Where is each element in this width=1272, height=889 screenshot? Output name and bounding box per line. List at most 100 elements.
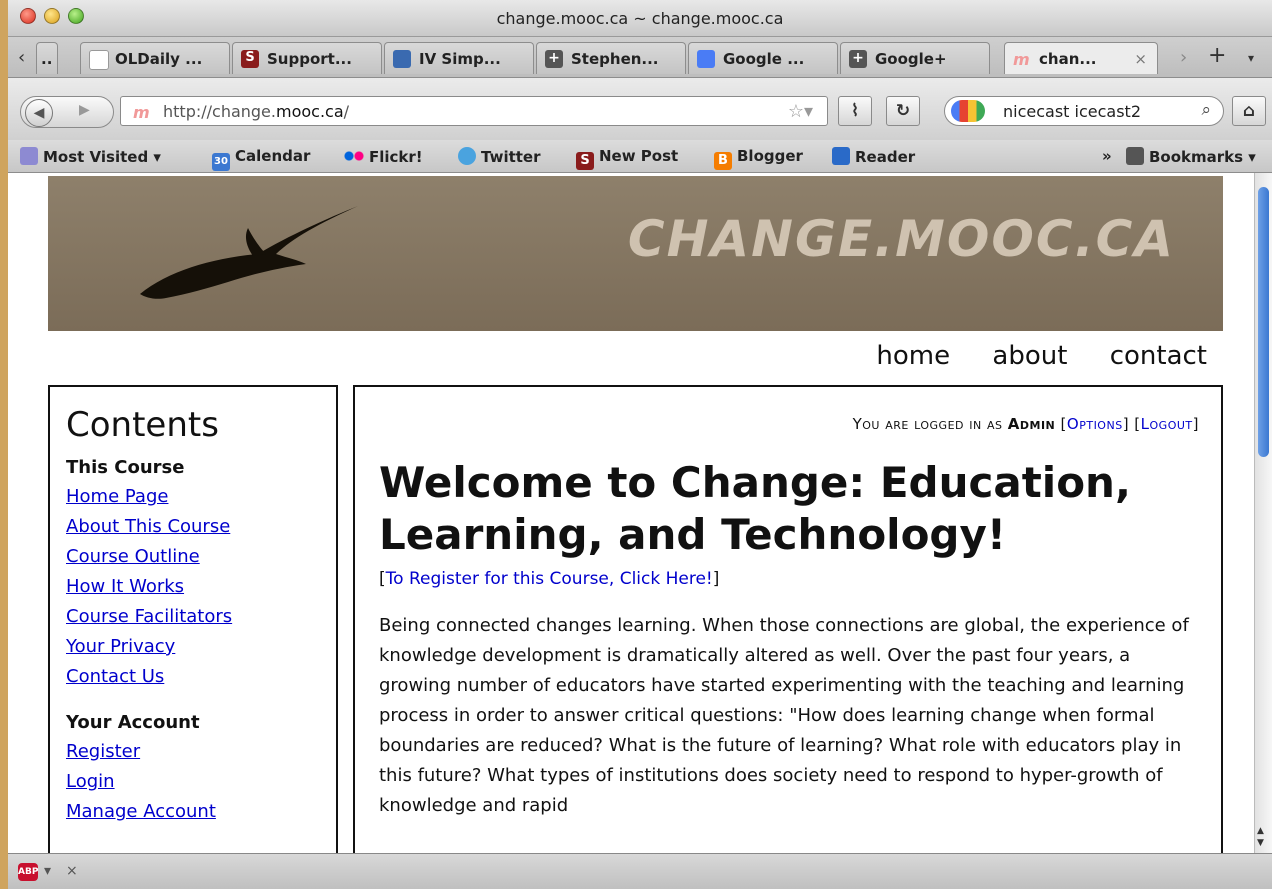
reload-button[interactable]: ↻ bbox=[886, 96, 920, 126]
bookmarks-icon bbox=[1126, 147, 1144, 165]
tab-label: Google+ bbox=[875, 50, 947, 68]
tab-support[interactable]: S Support... bbox=[232, 42, 382, 74]
login-username: Admin bbox=[1007, 415, 1056, 433]
reader-icon bbox=[832, 147, 850, 165]
bookmarks-bar: Most Visited ▾ 30 Calendar Flickr! Twitte… bbox=[8, 140, 1272, 173]
home-button[interactable]: ⌂ bbox=[1232, 96, 1266, 126]
tab-stephen[interactable]: + Stephen... bbox=[536, 42, 686, 74]
forward-button[interactable]: ▶ bbox=[79, 102, 90, 118]
status-bar: ABP ▾ × bbox=[8, 853, 1272, 889]
bookmark-blogger[interactable]: B Blogger bbox=[714, 147, 803, 170]
twitter-icon bbox=[458, 147, 476, 165]
tab-list-icon[interactable]: ▾ bbox=[1248, 51, 1254, 65]
rss-feed-button[interactable]: ⌇ bbox=[838, 96, 872, 126]
options-link[interactable]: Options bbox=[1067, 415, 1123, 433]
blogger-icon: B bbox=[714, 152, 732, 170]
close-status-icon[interactable]: × bbox=[66, 863, 78, 879]
bookmark-label: Most Visited ▾ bbox=[43, 148, 161, 166]
close-tab-icon[interactable]: × bbox=[1134, 50, 1147, 68]
back-forward-buttons: ◀ ▶ bbox=[20, 96, 114, 128]
s-icon: S bbox=[576, 152, 594, 170]
tab-google-translate[interactable]: Google ... bbox=[688, 42, 838, 74]
s-icon: S bbox=[241, 50, 259, 68]
nav-contact-link[interactable]: contact bbox=[1110, 341, 1207, 371]
link-course-outline[interactable]: Course Outline bbox=[66, 542, 336, 572]
bookmark-label: Blogger bbox=[737, 147, 803, 165]
tabs-scroll-left-icon[interactable]: ‹ bbox=[18, 47, 25, 68]
scroll-arrows-icon[interactable]: ▲ ▼ bbox=[1257, 825, 1264, 849]
browser-window: change.mooc.ca ~ change.mooc.ca ‹ .. OLD… bbox=[8, 0, 1272, 889]
window-title: change.mooc.ca ~ change.mooc.ca bbox=[496, 9, 784, 28]
page-icon bbox=[89, 50, 109, 70]
bookmarks-menu[interactable]: Bookmarks ▾ bbox=[1126, 147, 1256, 166]
link-how-it-works[interactable]: How It Works bbox=[66, 572, 336, 602]
navigation-bar: ◀ ▶ m http://change.mooc.ca/ ☆▾ ⌇ ↻ nice… bbox=[8, 78, 1272, 140]
this-course-heading: This Course bbox=[66, 457, 185, 478]
tab-oldaily[interactable]: OLDaily ... bbox=[80, 42, 230, 74]
tab-bar: ‹ .. OLDaily ... S Support... IV Simp...… bbox=[8, 37, 1272, 78]
link-your-privacy[interactable]: Your Privacy bbox=[66, 632, 336, 662]
tabs-scroll-right-icon[interactable]: › bbox=[1180, 47, 1187, 68]
url-bar[interactable]: m http://change.mooc.ca/ ☆▾ bbox=[120, 96, 828, 126]
tab-overflow[interactable]: .. bbox=[36, 42, 58, 74]
bookmark-twitter[interactable]: Twitter bbox=[458, 147, 541, 166]
tab-label: Support... bbox=[267, 50, 352, 68]
search-icon[interactable]: ⌕ bbox=[1201, 100, 1211, 120]
site-banner: CHANGE.MOOC.CA bbox=[48, 176, 1223, 331]
new-tab-icon[interactable]: + bbox=[1208, 43, 1226, 68]
bookmark-reader[interactable]: Reader bbox=[832, 147, 915, 166]
register-course-link[interactable]: To Register for this Course, Click Here! bbox=[386, 569, 713, 589]
tab-google-plus[interactable]: + Google+ bbox=[840, 42, 990, 74]
bookmark-label: New Post bbox=[599, 147, 679, 165]
google-plus-icon: + bbox=[849, 50, 867, 68]
vertical-scrollbar[interactable]: ▲ ▼ bbox=[1254, 173, 1272, 853]
tab-label: chan... bbox=[1039, 50, 1097, 68]
sidebar-contents: Contents This Course Home Page About Thi… bbox=[48, 385, 338, 853]
banner-title: CHANGE.MOOC.CA bbox=[627, 210, 1175, 268]
flickr-icon bbox=[344, 147, 364, 165]
back-button[interactable]: ◀ bbox=[25, 99, 53, 127]
bookmark-label: Flickr! bbox=[369, 148, 423, 166]
tab-label: Google ... bbox=[723, 50, 805, 68]
google-search-engine-icon[interactable] bbox=[951, 100, 985, 122]
site-favicon-icon: m bbox=[133, 103, 150, 122]
nav-home-link[interactable]: home bbox=[876, 341, 950, 371]
bookmark-label: Calendar bbox=[235, 147, 311, 165]
bookmark-most-visited[interactable]: Most Visited ▾ bbox=[20, 147, 161, 166]
scrollbar-thumb[interactable] bbox=[1258, 187, 1269, 457]
link-home-page[interactable]: Home Page bbox=[66, 482, 336, 512]
tab-label: Stephen... bbox=[571, 50, 659, 68]
adblock-menu-icon[interactable]: ▾ bbox=[44, 863, 51, 879]
google-plus-icon: + bbox=[545, 50, 563, 68]
link-register[interactable]: Register bbox=[66, 737, 336, 767]
link-contact-us[interactable]: Contact Us bbox=[66, 662, 336, 692]
title-bar: change.mooc.ca ~ change.mooc.ca bbox=[8, 0, 1272, 37]
sidebar-heading: Contents bbox=[66, 405, 219, 445]
nav-about-link[interactable]: about bbox=[992, 341, 1067, 371]
bookmarks-menu-label: Bookmarks ▾ bbox=[1149, 148, 1256, 166]
link-course-facilitators[interactable]: Course Facilitators bbox=[66, 602, 336, 632]
bookmark-new-post[interactable]: S New Post bbox=[576, 147, 678, 170]
bookmark-flickr[interactable]: Flickr! bbox=[344, 147, 423, 166]
bookmarks-overflow-chevron-icon[interactable]: » bbox=[1102, 147, 1112, 165]
tab-iv-simp[interactable]: IV Simp... bbox=[384, 42, 534, 74]
bookmark-star-icon[interactable]: ☆▾ bbox=[788, 101, 813, 122]
bookmark-calendar[interactable]: 30 Calendar bbox=[212, 147, 310, 171]
site-top-nav: home about contact bbox=[842, 341, 1207, 371]
link-manage-account[interactable]: Manage Account bbox=[66, 797, 336, 827]
url-domain: mooc.ca bbox=[275, 102, 344, 121]
link-login[interactable]: Login bbox=[66, 767, 336, 797]
search-bar[interactable]: nicecast icecast2 ⌕ bbox=[944, 96, 1224, 126]
page-title: Welcome to Change: Education, Learning, … bbox=[379, 458, 1131, 559]
tab-change-mooc[interactable]: m chan... × bbox=[1004, 42, 1158, 74]
url-prefix: http://change. bbox=[163, 102, 276, 121]
link-about-this-course[interactable]: About This Course bbox=[66, 512, 336, 542]
search-value: nicecast icecast2 bbox=[1003, 102, 1141, 121]
logout-link[interactable]: Logout bbox=[1141, 415, 1193, 433]
bookmark-label: Reader bbox=[855, 148, 916, 166]
calendar-icon: 30 bbox=[212, 153, 230, 171]
bookmark-label: Twitter bbox=[481, 148, 541, 166]
adblock-plus-icon[interactable]: ABP bbox=[18, 863, 38, 881]
page-viewport: CHANGE.MOOC.CA home about contact Conten… bbox=[8, 173, 1255, 853]
